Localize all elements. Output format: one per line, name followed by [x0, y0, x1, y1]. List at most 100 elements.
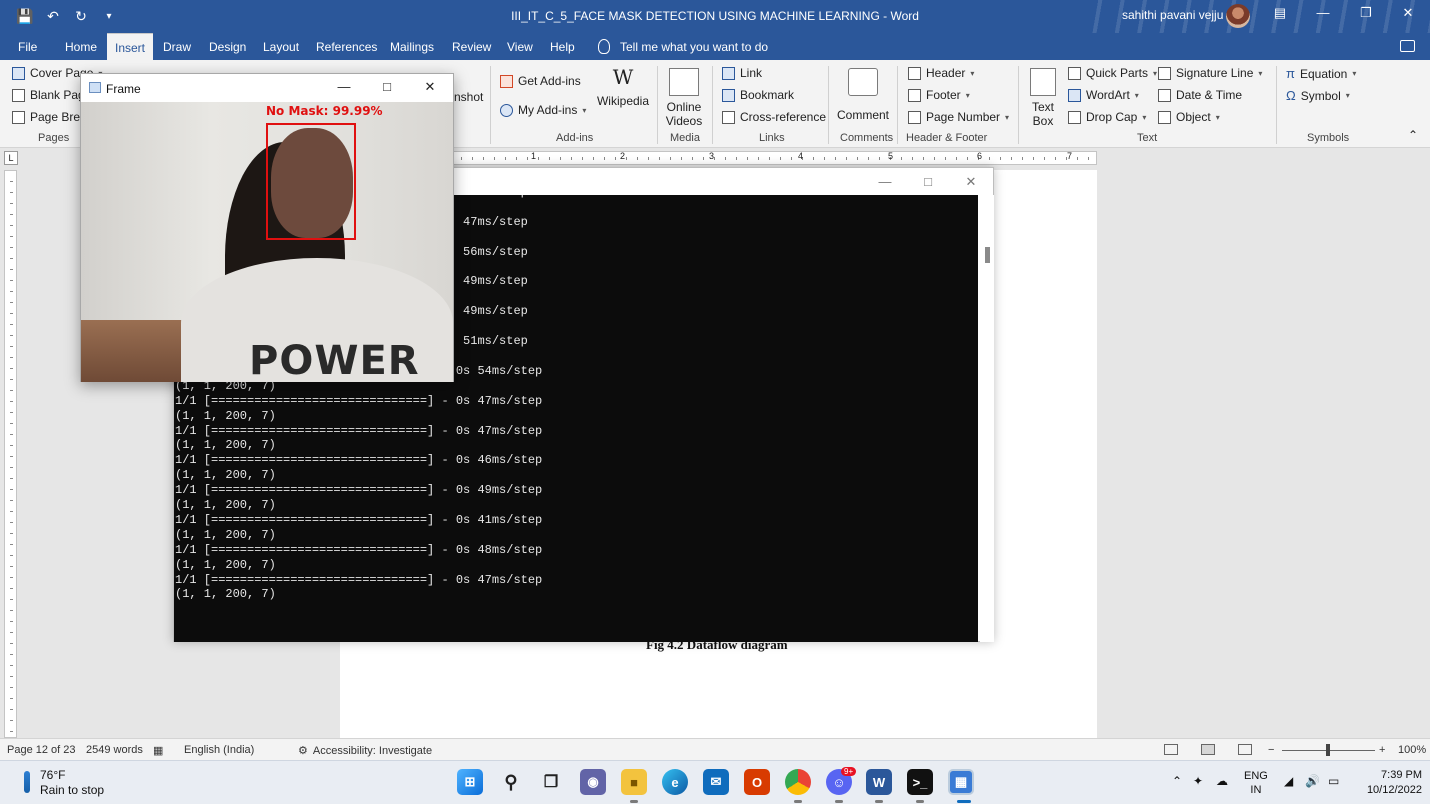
- read-mode-icon[interactable]: [1164, 744, 1178, 755]
- object-button[interactable]: Object ▾: [1158, 110, 1220, 124]
- console-minimize-icon[interactable]: —: [870, 174, 900, 189]
- console-maximize-icon[interactable]: □: [913, 174, 943, 189]
- file-explorer-icon[interactable]: ■: [621, 769, 647, 795]
- frame-window[interactable]: Frame — □ ✕ POWER No Mask: 99.99%: [80, 73, 454, 382]
- group-label-header-footer: Header & Footer: [906, 132, 988, 144]
- online-videos-label-1: Online: [666, 100, 702, 114]
- group-label-text: Text: [1137, 132, 1158, 144]
- symbol-button[interactable]: Ω Symbol ▾: [1286, 88, 1350, 103]
- web-layout-icon[interactable]: [1238, 744, 1252, 755]
- comment-button[interactable]: Comment: [834, 68, 892, 122]
- wifi-icon[interactable]: ◢: [1284, 774, 1293, 788]
- onedrive-cloud-icon[interactable]: ☁: [1216, 774, 1228, 788]
- zoom-slider-thumb[interactable]: [1326, 744, 1330, 756]
- link-button[interactable]: Link: [722, 66, 762, 80]
- frame-close-icon[interactable]: ✕: [415, 79, 445, 95]
- collapse-ribbon-icon[interactable]: ⌃: [1408, 128, 1418, 142]
- bookmark-button[interactable]: Bookmark: [722, 88, 794, 102]
- frame-minimize-icon[interactable]: —: [329, 79, 359, 94]
- restore-icon[interactable]: ❐: [1351, 5, 1381, 21]
- tab-file[interactable]: File: [18, 40, 37, 54]
- proofing-icon[interactable]: ▦: [153, 744, 163, 757]
- zoom-level[interactable]: 100%: [1398, 744, 1426, 756]
- thermometer-icon: [24, 771, 30, 793]
- zoom-out-icon[interactable]: −: [1268, 744, 1274, 756]
- equation-button[interactable]: π Equation ▾: [1286, 66, 1356, 81]
- mail-icon[interactable]: ✉: [703, 769, 729, 795]
- tab-references[interactable]: References: [316, 40, 377, 54]
- my-addins-icon: [500, 103, 513, 117]
- word-app-icon[interactable]: W: [866, 769, 892, 795]
- search-icon[interactable]: ⚲: [498, 769, 524, 795]
- dropbox-icon[interactable]: ✦: [1193, 774, 1203, 788]
- task-view-icon[interactable]: ❐: [538, 769, 564, 795]
- close-icon[interactable]: ✕: [1393, 5, 1423, 21]
- tab-home[interactable]: Home: [65, 40, 97, 54]
- text-box-button[interactable]: Text Box: [1024, 68, 1062, 128]
- tab-insert[interactable]: Insert: [107, 33, 154, 60]
- wordart-button[interactable]: WordArt ▾: [1068, 88, 1139, 102]
- console-scrollbar[interactable]: [980, 195, 994, 642]
- text-box-icon: [1030, 68, 1056, 96]
- windows-start-icon[interactable]: ⊞: [457, 769, 483, 795]
- tab-selector[interactable]: L: [4, 151, 18, 165]
- volume-icon[interactable]: 🔊: [1305, 774, 1320, 788]
- zoom-in-icon[interactable]: +: [1379, 744, 1385, 756]
- screenshot-button[interactable]: nshot: [454, 90, 483, 104]
- footer-label: Footer: [926, 88, 961, 102]
- tab-draw[interactable]: Draw: [163, 40, 191, 54]
- page-count[interactable]: Page 12 of 23: [7, 744, 76, 756]
- online-videos-label-2: Videos: [665, 114, 703, 128]
- tab-layout[interactable]: Layout: [263, 40, 299, 54]
- terminal-icon[interactable]: >_: [907, 769, 933, 795]
- office-icon[interactable]: O: [744, 769, 770, 795]
- language-status[interactable]: English (India): [184, 744, 254, 756]
- tab-design[interactable]: Design: [209, 40, 246, 54]
- minimize-icon[interactable]: —: [1308, 5, 1338, 20]
- date-time-button[interactable]: Date & Time: [1158, 88, 1242, 102]
- page-number-label: Page Number: [926, 110, 1001, 124]
- tab-mailings[interactable]: Mailings: [390, 40, 434, 54]
- accessibility-status[interactable]: ⚙ Accessibility: Investigate: [298, 744, 432, 758]
- my-addins-button[interactable]: My Add-ins ▾: [500, 103, 586, 117]
- drop-cap-button[interactable]: Drop Cap ▾: [1068, 110, 1146, 124]
- page-number-button[interactable]: Page Number ▾: [908, 110, 1009, 124]
- header-button[interactable]: Header ▾: [908, 66, 974, 80]
- tell-me-box[interactable]: Tell me what you want to do: [598, 39, 768, 54]
- console-line: 1/1 [==============================] - 0…: [175, 453, 543, 468]
- console-line: 1/1 [==============================] - 0…: [175, 542, 543, 557]
- frame-titlebar[interactable]: Frame — □ ✕: [81, 74, 453, 102]
- show-hidden-icons-icon[interactable]: ⌃: [1172, 774, 1182, 788]
- system-clock[interactable]: 7:39 PM 10/12/2022: [1356, 768, 1422, 798]
- wikipedia-button[interactable]: W Wikipedia: [596, 67, 650, 108]
- quick-parts-button[interactable]: Quick Parts ▾: [1068, 66, 1157, 80]
- tab-help[interactable]: Help: [550, 40, 575, 54]
- edge-browser-icon[interactable]: e: [662, 769, 688, 795]
- console-close-icon[interactable]: ✕: [956, 174, 986, 190]
- word-count[interactable]: 2549 words: [86, 744, 143, 756]
- frame-maximize-icon[interactable]: □: [372, 79, 402, 94]
- tab-view[interactable]: View: [507, 40, 533, 54]
- cross-reference-icon: [722, 110, 735, 124]
- user-name[interactable]: sahithi pavani vejju: [1122, 8, 1223, 22]
- weather-widget[interactable]: 76°F Rain to stop: [24, 768, 104, 798]
- footer-button[interactable]: Footer ▾: [908, 88, 970, 102]
- console-scroll-thumb[interactable]: [985, 247, 990, 263]
- pi-icon: π: [1286, 66, 1295, 81]
- python-app-icon[interactable]: ▦: [948, 769, 974, 795]
- ribbon-display-icon[interactable]: ▤: [1265, 5, 1295, 21]
- footer-icon: [908, 88, 921, 102]
- battery-icon[interactable]: ▭: [1328, 774, 1339, 788]
- print-layout-icon[interactable]: [1201, 744, 1215, 755]
- chrome-browser-icon[interactable]: [785, 769, 811, 795]
- teams-chat-icon[interactable]: ◉: [580, 769, 606, 795]
- online-videos-button[interactable]: Online Videos: [662, 68, 706, 128]
- comments-icon[interactable]: [1400, 40, 1415, 52]
- get-addins-button[interactable]: Get Add-ins: [500, 74, 581, 88]
- text-box-label-1: Text: [1031, 100, 1054, 114]
- avatar[interactable]: [1226, 4, 1250, 28]
- cross-reference-button[interactable]: Cross-reference: [722, 110, 826, 124]
- signature-line-button[interactable]: Signature Line ▾: [1158, 66, 1262, 80]
- input-language[interactable]: ENG IN: [1244, 769, 1268, 797]
- tab-review[interactable]: Review: [452, 40, 491, 54]
